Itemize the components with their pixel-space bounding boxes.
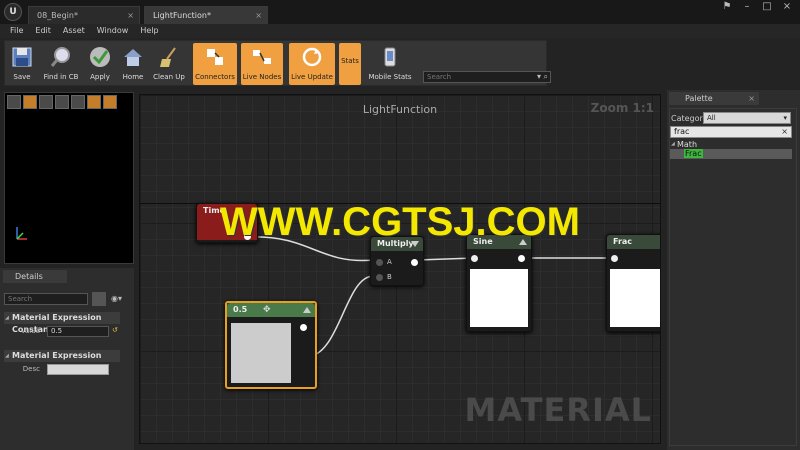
palette-panel: Palette × Category: All ▾ frac × Math Fr… bbox=[667, 90, 800, 450]
property-matrix-button[interactable] bbox=[92, 292, 106, 306]
material-graph[interactable]: LightFunction Zoom 1:1 MATERIAL Time Mul… bbox=[139, 94, 661, 444]
sphere-preview-icon[interactable] bbox=[23, 95, 37, 109]
checkmark-icon bbox=[90, 47, 110, 67]
toolbar: Save Find in CB Apply Home Clean Up Conn… bbox=[4, 40, 551, 86]
tab-lightfunction[interactable]: LightFunction* × bbox=[144, 6, 268, 24]
maximize-icon[interactable]: □ bbox=[762, 2, 772, 12]
details-tab[interactable]: Details bbox=[3, 270, 67, 283]
apply-button[interactable]: Apply bbox=[85, 43, 115, 85]
view-options-icon[interactable]: ◉▾ bbox=[111, 294, 122, 303]
tab-label: LightFunction* bbox=[153, 11, 211, 20]
menu-asset[interactable]: Asset bbox=[57, 24, 91, 38]
clear-search-icon[interactable]: × bbox=[781, 127, 788, 137]
input-pin-a[interactable] bbox=[376, 259, 383, 266]
viewport-toolbar bbox=[7, 95, 117, 109]
category-material-expression-constant[interactable]: Material Expression Constant bbox=[4, 312, 120, 334]
window-controls: ⚑ – □ × bbox=[722, 2, 792, 12]
realtime-toggle-icon[interactable] bbox=[103, 95, 117, 109]
palette-search-input[interactable]: frac × bbox=[670, 126, 792, 138]
stats-button[interactable]: Stats bbox=[339, 43, 361, 85]
output-pin[interactable] bbox=[300, 324, 307, 331]
input-pin-b[interactable] bbox=[376, 274, 383, 281]
minimize-icon[interactable]: – bbox=[742, 2, 752, 12]
cylinder-preview-icon[interactable] bbox=[7, 95, 21, 109]
search-placeholder: Search bbox=[427, 73, 452, 81]
close-icon[interactable]: × bbox=[748, 92, 755, 105]
multiply-node[interactable]: Multiply A B bbox=[370, 236, 424, 286]
input-pin[interactable] bbox=[611, 255, 618, 262]
notification-icon[interactable]: ⚑ bbox=[722, 2, 732, 12]
close-icon[interactable]: × bbox=[255, 7, 262, 25]
menu-file[interactable]: File bbox=[4, 24, 29, 38]
live-update-icon bbox=[302, 47, 322, 67]
pin-label-a: A bbox=[387, 258, 392, 266]
node-preview bbox=[470, 269, 528, 327]
palette-tab[interactable]: Palette × bbox=[669, 92, 759, 105]
title-bar: U 08_Begin* × LightFunction* × ⚑ – □ × bbox=[0, 0, 800, 24]
reset-icon[interactable]: ↺ bbox=[112, 326, 118, 334]
tab-label: 08_Begin* bbox=[37, 11, 78, 20]
connectors-button[interactable]: Connectors bbox=[193, 43, 237, 85]
input-pin[interactable] bbox=[471, 255, 478, 262]
menu-window[interactable]: Window bbox=[91, 24, 135, 38]
grid-toggle-icon[interactable] bbox=[87, 95, 101, 109]
value-label: Value bbox=[20, 327, 40, 335]
live-nodes-button[interactable]: Live Nodes bbox=[241, 43, 283, 85]
sine-node[interactable]: Sine bbox=[466, 234, 532, 332]
category-dropdown[interactable]: All ▾ bbox=[703, 112, 791, 124]
palette-item-frac[interactable]: Frac bbox=[670, 149, 792, 159]
constant-node[interactable]: 0.5 ✥ bbox=[225, 301, 317, 389]
axis-gizmo-icon bbox=[16, 227, 27, 240]
home-button[interactable]: Home bbox=[119, 43, 147, 85]
plane-preview-icon[interactable] bbox=[39, 95, 53, 109]
collapse-icon[interactable] bbox=[411, 241, 419, 247]
output-pin[interactable] bbox=[518, 255, 525, 262]
save-button[interactable]: Save bbox=[7, 43, 37, 85]
chevron-down-icon: ▾ bbox=[783, 114, 787, 122]
mobile-stats-button[interactable]: Mobile Stats bbox=[367, 43, 413, 85]
output-pin[interactable] bbox=[411, 259, 418, 266]
details-panel: Details Search ◉▾ Material Expression Co… bbox=[0, 268, 134, 450]
collapse-icon[interactable] bbox=[519, 239, 527, 245]
menu-bar: File Edit Asset Window Help bbox=[0, 24, 800, 38]
close-icon[interactable]: × bbox=[127, 7, 134, 25]
broom-icon bbox=[160, 47, 176, 67]
home-icon bbox=[124, 49, 142, 66]
save-icon bbox=[12, 47, 32, 67]
mobile-stats-icon bbox=[384, 47, 396, 67]
material-preview-viewport[interactable] bbox=[4, 92, 134, 264]
pin-label-b: B bbox=[387, 273, 392, 281]
time-node[interactable]: Time bbox=[196, 203, 258, 243]
output-pin[interactable] bbox=[244, 233, 251, 240]
search-icon[interactable]: ▾ ⌕ bbox=[537, 72, 548, 82]
value-field[interactable]: 0.5 bbox=[47, 326, 109, 337]
cube-preview-icon[interactable] bbox=[55, 95, 69, 109]
mesh-preview-icon[interactable] bbox=[71, 95, 85, 109]
node-title: 0.5 bbox=[227, 303, 315, 317]
move-cursor-icon: ✥ bbox=[263, 305, 271, 315]
category-material-expression[interactable]: Material Expression bbox=[4, 350, 120, 362]
node-preview bbox=[610, 269, 660, 327]
find-in-cb-button[interactable]: Find in CB bbox=[41, 43, 81, 85]
clean-up-button[interactable]: Clean Up bbox=[151, 43, 187, 85]
toolbar-search-input[interactable]: Search ▾ ⌕ bbox=[423, 71, 551, 83]
live-nodes-icon bbox=[253, 50, 271, 64]
node-title: Frac bbox=[607, 235, 660, 249]
desc-field[interactable] bbox=[47, 364, 109, 375]
frac-node[interactable]: Frac bbox=[606, 234, 660, 332]
menu-edit[interactable]: Edit bbox=[29, 24, 57, 38]
collapse-icon[interactable] bbox=[303, 307, 311, 313]
menu-help[interactable]: Help bbox=[134, 24, 164, 38]
tab-08-begin[interactable]: 08_Begin* × bbox=[28, 6, 140, 24]
unreal-logo-icon: U bbox=[4, 3, 22, 21]
connectors-icon bbox=[207, 49, 223, 65]
magnifier-icon bbox=[50, 47, 70, 67]
desc-label: Desc bbox=[22, 365, 40, 373]
live-update-button[interactable]: Live Update bbox=[289, 43, 335, 85]
node-preview bbox=[231, 323, 291, 383]
close-window-icon[interactable]: × bbox=[782, 2, 792, 12]
details-search-input[interactable]: Search bbox=[4, 293, 88, 305]
